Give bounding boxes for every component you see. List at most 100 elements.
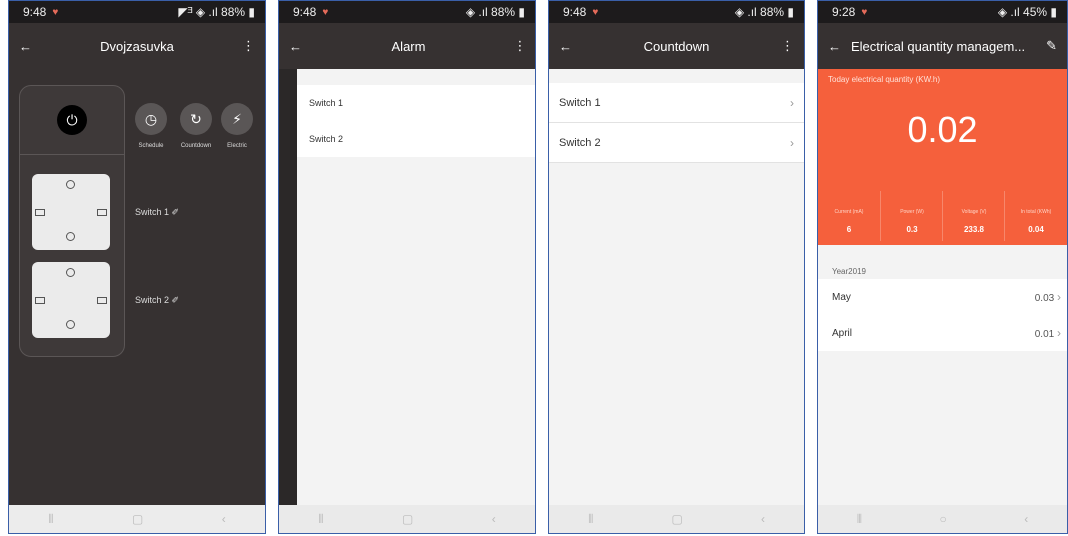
stat-total: In total (KWh) 0.04 [1004, 191, 1067, 241]
recent-apps-icon[interactable]: ⦀ [318, 512, 323, 527]
switch-2-label[interactable]: Switch 2 ✐ [135, 295, 179, 306]
month-label: May [832, 291, 851, 303]
nav-bar: ⦀ ▢ ‹ [549, 505, 804, 533]
list-item-label: Switch 1 [559, 96, 601, 109]
heart-icon: ♥ [861, 6, 868, 18]
heart-icon: ♥ [592, 6, 599, 18]
stat-label: In total (KWh) [1020, 209, 1052, 215]
power-area: ⏻ [20, 86, 124, 155]
stat-value: 0.3 [906, 225, 918, 234]
phone-device-screen: 9:48 ♥ ◈ .ıl 88% ▮ ← Alarm ⋮ Switch 1 Swi… [278, 0, 536, 534]
app-bar: ← Dvojzasuvka ⋮ [9, 23, 265, 69]
socket-slot [97, 297, 107, 304]
month-label: April [832, 327, 853, 339]
status-icons: ◈ .ıl 45% ▮ [997, 5, 1057, 19]
list-item[interactable]: Switch 1 [297, 85, 535, 121]
chevron-right-icon: › [790, 135, 794, 150]
chevron-right-icon: › [1057, 290, 1061, 304]
list-item[interactable]: April 0.01 › [818, 315, 1067, 351]
home-icon[interactable]: ▢ [132, 512, 143, 526]
socket-hole [66, 268, 75, 277]
socket-hole [66, 180, 75, 189]
stat-value: 233.8 [963, 225, 985, 234]
socket-1[interactable] [32, 174, 110, 250]
countdown-list: Switch 1 › Switch 2 › [549, 83, 804, 163]
power-icon[interactable]: ⏻ [57, 105, 87, 135]
back-arrow-icon[interactable]: ← [19, 39, 32, 54]
socket-hole [66, 232, 75, 241]
home-icon[interactable]: ▢ [402, 512, 413, 526]
countdown-label: Countdown [180, 143, 212, 149]
month-list: May 0.03 › April 0.01 › [818, 279, 1067, 351]
background-strip [279, 69, 297, 505]
countdown-button[interactable]: ↻ [180, 103, 212, 135]
list-item-label: Switch 2 [559, 136, 601, 149]
list-item[interactable]: Switch 2 [297, 121, 535, 157]
back-arrow-icon[interactable]: ← [559, 39, 572, 54]
home-icon[interactable]: ▢ [671, 512, 682, 526]
page-title: Dvojzasuvka [100, 38, 174, 54]
recent-apps-icon[interactable]: ⦀ [588, 512, 593, 527]
electric-button[interactable]: ⚡ [221, 103, 253, 135]
back-arrow-icon[interactable]: ← [289, 39, 302, 54]
more-vertical-icon[interactable]: ⋮ [781, 38, 794, 54]
stat-label: Current (mA) [834, 209, 864, 215]
back-icon[interactable]: ‹ [222, 512, 226, 526]
phone-device-screen: 9:48 ♥ ◤ᴲ ◈ .ıl 88% ▮ ← Dvojzasuvka ⋮ ⏻ ◷… [8, 0, 266, 534]
recent-apps-icon[interactable]: ⦀ [48, 512, 53, 527]
page-title: Electrical quantity managem... [851, 38, 1026, 54]
sockets-card: ⏻ [19, 85, 125, 357]
stat-value: 0.04 [1028, 225, 1044, 234]
countdown-icon: ↻ [190, 110, 202, 127]
edit-icon[interactable]: ✎ [1046, 38, 1057, 54]
page-title: Countdown [643, 38, 710, 54]
chevron-right-icon: › [1057, 326, 1061, 340]
list-item[interactable]: Switch 1 › [549, 83, 804, 123]
more-vertical-icon[interactable]: ⋮ [242, 38, 255, 54]
page-title: Alarm [391, 38, 426, 54]
app-bar: ← Alarm ⋮ [279, 23, 535, 69]
app-bar: ← Electrical quantity managem... ✎ [818, 23, 1067, 69]
status-bar: 9:48 ♥ ◈ .ıl 88% ▮ [279, 1, 535, 23]
heart-icon: ♥ [52, 6, 59, 18]
socket-2[interactable] [32, 262, 110, 338]
back-icon[interactable]: ‹ [492, 512, 496, 526]
back-icon[interactable]: ‹ [761, 512, 765, 526]
list-item-label: Switch 2 [309, 134, 344, 144]
stat-current: Current (mA) 6 [818, 191, 880, 241]
today-value: 0.02 [907, 109, 978, 150]
clock-time: 9:48 [563, 5, 587, 19]
back-arrow-icon[interactable]: ← [828, 39, 841, 54]
schedule-label: Schedule [138, 143, 164, 149]
stat-label: Voltage (V) [961, 209, 987, 215]
app-bar: ← Countdown ⋮ [549, 23, 804, 69]
nav-bar: ⦀ ○ ‹ [818, 505, 1067, 533]
recent-apps-icon[interactable]: ⦀ [857, 512, 862, 527]
socket-hole [66, 320, 75, 329]
status-bar: 9:28 ♥ ◈ .ıl 45% ▮ [818, 1, 1067, 23]
status-bar: 9:48 ♥ ◈ .ıl 88% ▮ [549, 1, 804, 23]
chevron-right-icon: › [790, 95, 794, 110]
nav-bar: ⦀ ▢ ‹ [9, 505, 265, 533]
home-icon[interactable]: ○ [940, 512, 947, 526]
stat-voltage: Voltage (V) 233.8 [942, 191, 1005, 241]
schedule-button[interactable]: ◷ [135, 103, 167, 135]
heart-icon: ♥ [322, 6, 329, 18]
stat-power: Power (W) 0.3 [880, 191, 943, 241]
clock-icon: ◷ [144, 110, 158, 127]
stat-label: Power (W) [900, 209, 924, 215]
electric-label: Electric [227, 143, 247, 149]
list-item[interactable]: Switch 2 › [549, 123, 804, 163]
status-icons: ◈ .ıl 88% ▮ [465, 5, 525, 19]
socket-slot [97, 209, 107, 216]
socket-slot [35, 297, 45, 304]
nav-bar: ⦀ ▢ ‹ [279, 505, 535, 533]
status-bar: 9:48 ♥ ◤ᴲ ◈ .ıl 88% ▮ [9, 1, 265, 23]
list-item[interactable]: May 0.03 › [818, 279, 1067, 315]
phone-device-screen: 9:48 ♥ ◈ .ıl 88% ▮ ← Countdown ⋮ Switch 1… [548, 0, 805, 534]
switch-1-label[interactable]: Switch 1 ✐ [135, 207, 179, 218]
year-label: Year2019 [832, 267, 866, 276]
back-icon[interactable]: ‹ [1024, 512, 1028, 526]
more-vertical-icon[interactable]: ⋮ [514, 38, 527, 54]
month-value: 0.03 [1034, 293, 1055, 304]
